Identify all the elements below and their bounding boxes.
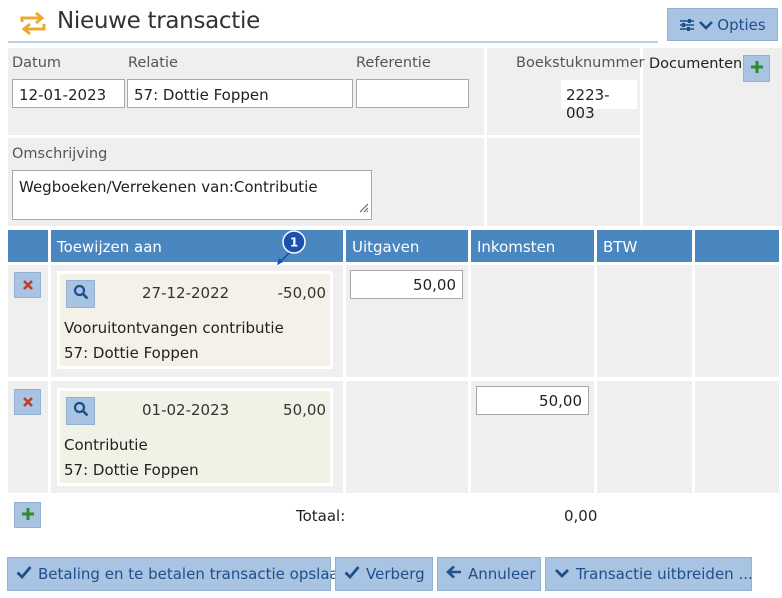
- table-row-cell: [471, 265, 594, 377]
- step-badge: 1: [277, 230, 306, 265]
- column-header-inkomsten: Inkomsten: [471, 230, 594, 262]
- transfer-arrows-icon: [18, 11, 48, 36]
- resize-grip-icon[interactable]: [357, 199, 369, 217]
- check-icon: [344, 565, 360, 583]
- delete-row-button[interactable]: [14, 272, 41, 298]
- close-icon: [22, 276, 34, 295]
- save-label: Betaling en te betalen transactie opslaa…: [38, 565, 349, 583]
- table-row-cell: [597, 381, 692, 493]
- allocation-amount: 50,00: [283, 401, 326, 419]
- title-underline: [8, 41, 658, 43]
- table-row-cell: [597, 265, 692, 377]
- allocation-description: Contributie: [64, 436, 148, 454]
- referentie-label: Referentie: [356, 55, 431, 71]
- plus-icon: [750, 59, 764, 78]
- allocation-amount: -50,00: [277, 284, 326, 302]
- uitgaven-field[interactable]: 50,00: [350, 270, 463, 299]
- column-header-actions: [8, 230, 48, 262]
- datum-field[interactable]: 12-01-2023: [12, 79, 125, 108]
- cancel-button[interactable]: Annuleer: [437, 557, 541, 591]
- cancel-label: Annuleer: [468, 565, 536, 583]
- omschrijving-label: Omschrijving: [12, 146, 108, 162]
- allocation-date: 01-02-2023: [142, 401, 230, 419]
- boekstuk-panel-lower: [487, 138, 640, 226]
- expand-label: Transactie uitbreiden ...: [576, 565, 753, 583]
- relatie-field[interactable]: 57: Dottie Foppen: [127, 79, 353, 108]
- table-row-cell: [695, 265, 779, 377]
- referentie-field[interactable]: [356, 79, 469, 108]
- sliders-icon: [679, 18, 695, 32]
- omschrijving-text: Wegboeken/Verrekenen van:Contributie: [19, 178, 318, 196]
- allocation-card: 27-12-2022 -50,00 Vooruitontvangen contr…: [57, 271, 333, 369]
- totaal-label: Totaal:: [296, 507, 346, 525]
- documenten-label: Documenten: [649, 56, 743, 72]
- options-button[interactable]: Opties: [667, 8, 778, 41]
- search-button[interactable]: [66, 397, 95, 425]
- chevron-down-icon: [554, 565, 570, 583]
- omschrijving-field[interactable]: Wegboeken/Verrekenen van:Contributie: [12, 170, 372, 220]
- add-document-button[interactable]: [743, 55, 770, 82]
- chevron-down-icon: [699, 20, 714, 30]
- check-icon: [16, 565, 32, 583]
- allocation-relation: 57: Dottie Foppen: [64, 461, 199, 479]
- expand-transaction-button[interactable]: Transactie uitbreiden ...: [545, 557, 753, 591]
- boekstuknummer-label: Boekstuknummer: [516, 55, 645, 71]
- relatie-label: Relatie: [128, 55, 178, 71]
- column-header-btw: BTW: [597, 230, 692, 262]
- plus-icon: [21, 506, 35, 525]
- column-header-extra: [695, 230, 779, 262]
- options-label: Opties: [717, 15, 766, 34]
- delete-row-button[interactable]: [14, 389, 41, 415]
- close-icon: [22, 393, 34, 412]
- totaal-value: 0,00: [564, 507, 598, 525]
- page-title: Nieuwe transactie: [57, 8, 260, 34]
- table-row-cell: [695, 381, 779, 493]
- allocation-description: Vooruitontvangen contributie: [64, 319, 284, 337]
- inkomsten-field[interactable]: 50,00: [476, 386, 589, 415]
- allocation-date: 27-12-2022: [142, 284, 230, 302]
- search-button[interactable]: [66, 280, 95, 308]
- boekstuknummer-value: 2223-003: [561, 80, 637, 122]
- column-header-uitgaven: Uitgaven: [346, 230, 468, 262]
- hide-label: Verberg: [366, 565, 425, 583]
- save-button[interactable]: Betaling en te betalen transactie opslaa…: [7, 557, 348, 591]
- arrow-left-icon: [446, 565, 462, 583]
- allocation-card: 01-02-2023 50,00 Contributie 57: Dottie …: [57, 388, 333, 486]
- add-row-button[interactable]: [14, 502, 41, 528]
- search-icon: [73, 401, 89, 421]
- datum-label: Datum: [12, 55, 62, 71]
- table-row-cell: [346, 381, 468, 493]
- allocation-relation: 57: Dottie Foppen: [64, 344, 199, 362]
- hide-button[interactable]: Verberg: [335, 557, 433, 591]
- search-icon: [73, 284, 89, 304]
- badge-number: 1: [290, 236, 298, 250]
